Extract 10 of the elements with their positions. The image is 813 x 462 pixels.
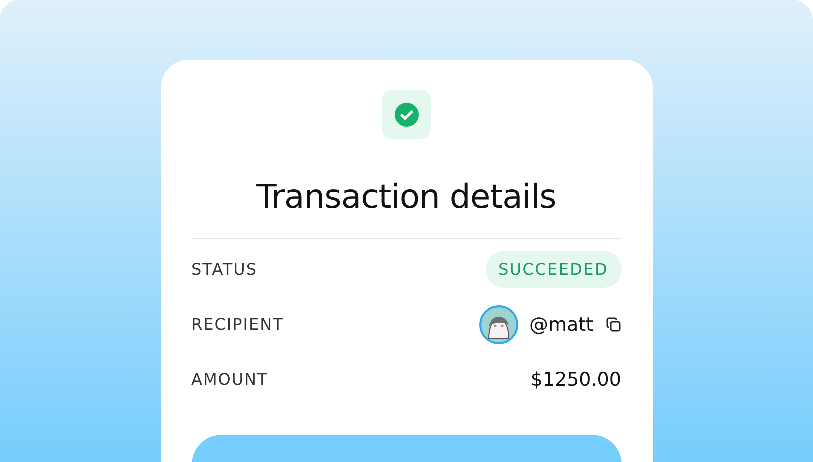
recipient-handle: @matt	[529, 314, 594, 336]
row-label: STATUS	[192, 260, 258, 279]
avatar-icon	[479, 304, 520, 344]
row-label: AMOUNT	[192, 370, 268, 389]
success-badge-icon	[382, 90, 431, 139]
copy-icon[interactable]	[606, 316, 622, 332]
amount-value: $1250.00	[530, 368, 622, 390]
row-label: RECIPIENT	[192, 315, 284, 334]
status-pill: SUCCEEDED	[486, 251, 622, 288]
card-title: Transaction details	[256, 176, 558, 218]
